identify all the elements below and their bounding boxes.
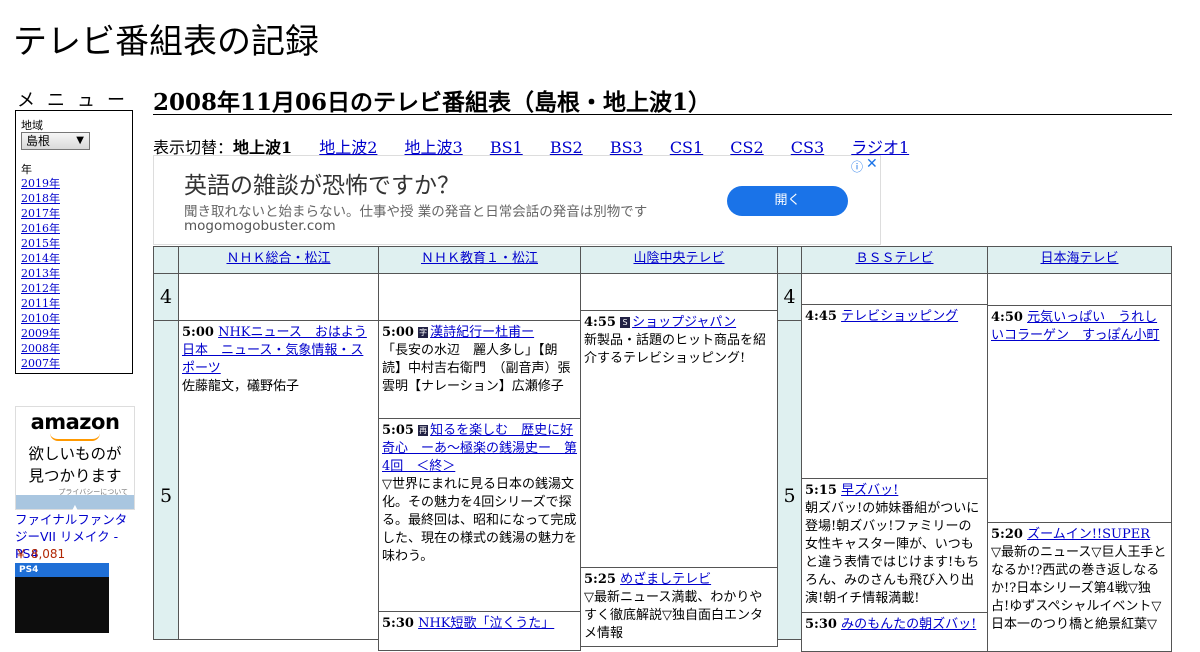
region-label: 地域 bbox=[21, 119, 43, 132]
program-title-link[interactable]: ショップジャパン bbox=[632, 315, 736, 330]
year-list: 2019年 2018年 2017年 2016年 2015年 2014年 2013… bbox=[21, 176, 60, 371]
year-link[interactable]: 2013年 bbox=[21, 267, 60, 280]
channel-header-sanin-chuo[interactable]: 山陰中央テレビ bbox=[580, 246, 778, 274]
program-title-link[interactable]: めざましテレビ bbox=[620, 572, 711, 587]
channel-link[interactable]: 山陰中央テレビ bbox=[633, 251, 724, 266]
year-link[interactable]: 2007年 bbox=[21, 357, 60, 370]
program-cell: 5:20 ズームイン!!SUPER ▽最新のニュース▽巨人王手となるか!?西武の… bbox=[987, 522, 1172, 652]
program-cell: 5:00 字漢詩紀行ー杜甫ー 「長安の水辺 麗人多し」【朗読】中村吉右衛門 （副… bbox=[378, 320, 581, 419]
program-desc: 「長安の水辺 麗人多し」【朗読】中村吉右衛門 （副音声）張 雲明【ナレーション】… bbox=[382, 343, 580, 394]
product-image[interactable]: PS4 bbox=[15, 563, 109, 633]
hour-cell: 5 bbox=[153, 320, 179, 640]
program-desc: 新製品・話題のヒット商品を紹介するテレビショッピング! bbox=[584, 333, 767, 366]
program-time: 5:15 bbox=[805, 483, 837, 498]
hour-cell: 4 bbox=[777, 273, 802, 321]
year-link[interactable]: 2011年 bbox=[21, 297, 60, 310]
year-link[interactable]: 2016年 bbox=[21, 222, 60, 235]
program-desc: ▽最新のニュース▽巨人王手となるか!?西武の巻き返しなるか!?日本シリーズ第4戦… bbox=[991, 545, 1167, 632]
year-link[interactable]: 2019年 bbox=[21, 177, 60, 190]
amazon-ad-bar: ▲ bbox=[16, 495, 134, 512]
rerun-icon: 再 bbox=[418, 425, 429, 436]
hour-header-corner bbox=[153, 246, 179, 274]
program-time: 5:30 bbox=[382, 616, 414, 631]
program-cell: 4:50 元気いっぱい うれしいコラーゲン すっぽん小町 bbox=[987, 305, 1172, 523]
empty-slot bbox=[178, 273, 379, 321]
year-link[interactable]: 2017年 bbox=[21, 207, 60, 220]
menu-box: 地域 島根 ▼ 年 2019年 2018年 2017年 2016年 2015年 … bbox=[15, 110, 133, 374]
amazon-ad[interactable]: amazon 欲しいものが 見つかります プライバシーについて ▲ bbox=[15, 406, 135, 512]
amazon-logo: amazon bbox=[30, 410, 120, 434]
program-time: 5:00 bbox=[382, 325, 414, 340]
amazon-copy-line2: 見つかります bbox=[28, 467, 122, 485]
ad-description: 聞き取れないと始まらない。仕事や授 業の発音と日常会話の発音は別物です bbox=[184, 204, 648, 220]
program-time: 5:00 bbox=[182, 325, 214, 340]
amazon-smile-icon bbox=[50, 433, 100, 441]
year-link[interactable]: 2012年 bbox=[21, 282, 60, 295]
ad-domain: mogomogobuster.com bbox=[184, 218, 336, 234]
ad-close-icon[interactable]: ✕ bbox=[866, 156, 878, 172]
channel-link[interactable]: 日本海テレビ bbox=[1040, 251, 1118, 266]
program-time: 5:25 bbox=[584, 572, 616, 587]
banner-ad[interactable]: 英語の雑談が恐怖ですか？ 聞き取れないと始まらない。仕事や授 業の発音と日常会話… bbox=[153, 155, 881, 245]
year-link[interactable]: 2014年 bbox=[21, 252, 60, 265]
ad-open-button[interactable]: 開く bbox=[727, 186, 848, 216]
year-link[interactable]: 2010年 bbox=[21, 312, 60, 325]
program-desc: 朝ズバッ!の姉妹番組がついに登場!朝ズバッ!ファミリーの女性キャスター陣が、いつ… bbox=[805, 501, 980, 606]
empty-slot bbox=[801, 273, 988, 305]
year-link[interactable]: 2009年 bbox=[21, 327, 60, 340]
program-time: 4:55 bbox=[584, 315, 616, 330]
program-desc: ▽最新ニュース満載、わかりやすく徹底解説▽独自面白エンタメ情報 bbox=[584, 590, 763, 641]
hour-cell: 5 bbox=[777, 320, 802, 640]
channel-header-nihonkai[interactable]: 日本海テレビ bbox=[987, 246, 1172, 274]
menu-heading: メニュー bbox=[17, 90, 137, 111]
channel-link[interactable]: ＮＨＫ総合・松江 bbox=[226, 251, 330, 266]
chevron-down-icon: ▼ bbox=[76, 135, 84, 146]
amazon-copy-line1: 欲しいものが bbox=[28, 445, 122, 463]
program-desc: 佐藤龍文，礒野佑子 bbox=[182, 379, 300, 394]
subtitle-icon: 字 bbox=[418, 327, 429, 338]
program-title-link[interactable]: 漢詩紀行ー杜甫ー bbox=[430, 325, 534, 340]
stereo-icon: S bbox=[620, 317, 631, 328]
program-cell: 5:30 NHK短歌「泣くうた」 bbox=[378, 611, 581, 651]
program-time: 4:50 bbox=[991, 310, 1023, 325]
empty-slot bbox=[378, 273, 581, 321]
program-cell: 4:45 テレビショッピング bbox=[801, 304, 988, 479]
ps4-badge: PS4 bbox=[15, 563, 109, 577]
site-title: テレビ番組表の記録 bbox=[13, 22, 319, 62]
channel-link[interactable]: ＢＳＳテレビ bbox=[855, 251, 933, 266]
program-cell: 5:15 早ズバッ! 朝ズバッ!の姉妹番組がついに登場!朝ズバッ!ファミリーの女… bbox=[801, 478, 988, 613]
ad-info-icon[interactable]: ⓘ bbox=[851, 158, 863, 175]
year-label: 年 bbox=[21, 163, 32, 176]
ad-headline[interactable]: 英語の雑談が恐怖ですか？ bbox=[184, 166, 460, 200]
program-title-link[interactable]: NHK短歌「泣くうた」 bbox=[418, 616, 554, 631]
channel-header-nhk-kyoiku[interactable]: ＮＨＫ教育１・松江 bbox=[378, 246, 581, 274]
program-time: 4:45 bbox=[805, 309, 837, 324]
channel-header-bss[interactable]: ＢＳＳテレビ bbox=[801, 246, 988, 274]
amazon-copy: 欲しいものが 見つかります bbox=[16, 443, 134, 487]
region-select[interactable]: 島根 ▼ bbox=[21, 132, 90, 150]
program-cell: 5:30 みのもんたの朝ズバッ! bbox=[801, 612, 988, 652]
year-link[interactable]: 2015年 bbox=[21, 237, 60, 250]
hour-header-corner bbox=[777, 246, 802, 274]
product-price: ￥ 8,081 bbox=[15, 547, 66, 561]
channel-link[interactable]: ＮＨＫ教育１・松江 bbox=[421, 251, 538, 266]
program-time: 5:20 bbox=[991, 527, 1023, 542]
program-cell: 5:25 めざましテレビ ▽最新ニュース満載、わかりやすく徹底解説▽独自面白エン… bbox=[580, 567, 778, 647]
empty-slot bbox=[987, 273, 1172, 306]
region-select-value: 島根 bbox=[26, 134, 51, 148]
year-link[interactable]: 2008年 bbox=[21, 342, 60, 355]
year-link[interactable]: 2018年 bbox=[21, 192, 60, 205]
program-desc: ▽世界にまれに見る日本の銭湯文化。その魅力を4回シリーズで探る。最終回は、昭和に… bbox=[382, 477, 578, 564]
program-cell: 5:05 再知るを楽しむ 歴史に好奇心 ーあ～極楽の銭湯史ー 第4回 ＜終＞ ▽… bbox=[378, 418, 581, 612]
empty-slot bbox=[580, 273, 778, 311]
hour-cell: 4 bbox=[153, 273, 179, 321]
program-time: 5:05 bbox=[382, 423, 414, 438]
program-cell: 4:55 S ショップジャパン 新製品・話題のヒット商品を紹介するテレビショッピン… bbox=[580, 310, 778, 568]
channel-header-nhk-sogo[interactable]: ＮＨＫ総合・松江 bbox=[178, 246, 379, 274]
program-cell: 5:00 NHKニュース おはよう日本 ニュース・気象情報・スポーツ 佐藤龍文，… bbox=[178, 320, 379, 640]
program-title-link[interactable]: 早ズバッ! bbox=[841, 483, 898, 498]
program-title-link[interactable]: テレビショッピング bbox=[841, 309, 958, 324]
page-heading: 2008年11月06日のテレビ番組表（島根・地上波1） bbox=[153, 83, 1172, 116]
program-title-link[interactable]: ズームイン!!SUPER bbox=[1027, 527, 1150, 542]
